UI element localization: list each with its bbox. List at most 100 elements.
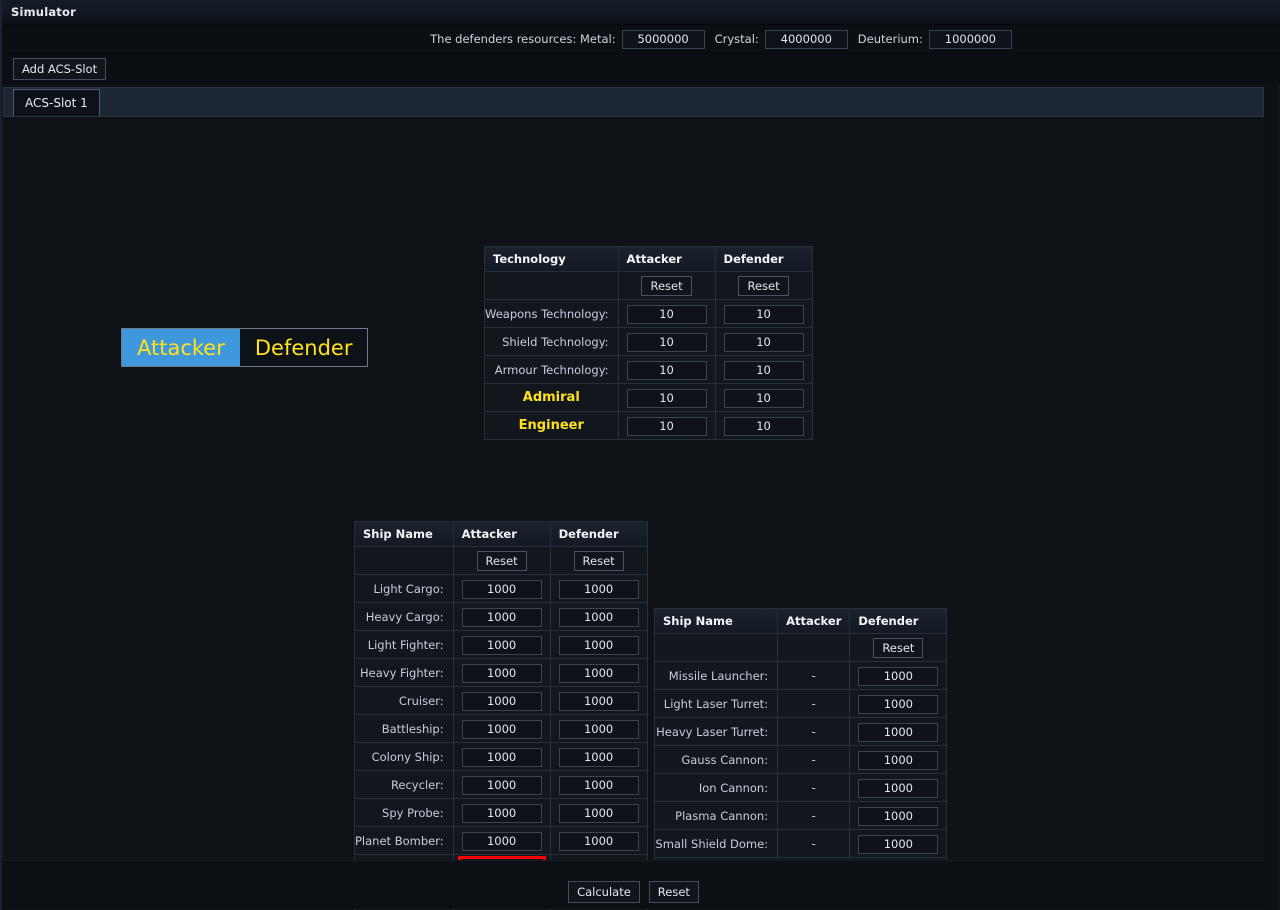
defense-defender-input[interactable] bbox=[858, 750, 939, 770]
ships-attacker-input[interactable] bbox=[461, 775, 542, 795]
metal-input[interactable] bbox=[621, 29, 705, 49]
technology-defender-input[interactable] bbox=[723, 304, 804, 324]
acs-slot-tabstrip: ACS-Slot 1 bbox=[3, 87, 1264, 117]
technology-defender-reset-button[interactable]: Reset bbox=[738, 276, 789, 296]
technology-defender-input[interactable] bbox=[723, 388, 804, 408]
defense-defender-cell bbox=[850, 802, 947, 829]
ships-defender-input[interactable] bbox=[558, 635, 639, 655]
technology-attacker-reset-cell: Reset bbox=[618, 272, 715, 299]
ships-attacker-input[interactable] bbox=[461, 579, 542, 599]
ships-attacker-input[interactable] bbox=[461, 747, 542, 767]
crystal-label: Crystal: bbox=[714, 32, 759, 46]
ships-attacker-reset-button[interactable]: Reset bbox=[476, 551, 527, 571]
calculate-button[interactable]: Calculate bbox=[568, 881, 640, 903]
technology-attacker-input[interactable] bbox=[626, 416, 707, 436]
side-toggle-defender[interactable]: Defender bbox=[240, 329, 368, 366]
tab-acs-slot-1[interactable]: ACS-Slot 1 bbox=[13, 89, 100, 116]
defense-defender-reset-button[interactable]: Reset bbox=[873, 638, 924, 658]
technology-attacker-input[interactable] bbox=[626, 304, 707, 324]
table-row: Heavy Cargo: bbox=[355, 603, 647, 630]
table-row: Shield Technology: bbox=[485, 328, 812, 355]
technology-row-label: Engineer bbox=[485, 412, 618, 439]
ships-row-label: Light Cargo: bbox=[355, 575, 453, 602]
ships-defender-input[interactable] bbox=[558, 831, 639, 851]
table-row: Engineer bbox=[485, 412, 812, 439]
defense-defender-input[interactable] bbox=[858, 778, 939, 798]
ships-defender-input[interactable] bbox=[558, 719, 639, 739]
technology-defender-input[interactable] bbox=[723, 416, 804, 436]
ships-attacker-input[interactable] bbox=[461, 663, 542, 683]
technology-attacker-cell bbox=[618, 412, 715, 439]
side-toggle: Attacker Defender bbox=[121, 328, 369, 367]
defense-defender-input[interactable] bbox=[858, 722, 939, 742]
technology-row-label: Weapons Technology: bbox=[485, 300, 618, 327]
ships-row-label: Heavy Fighter: bbox=[355, 659, 453, 686]
table-row: Cruiser: bbox=[355, 687, 647, 714]
defense-attacker-placeholder: - bbox=[778, 774, 850, 801]
ships-defender-input[interactable] bbox=[558, 775, 639, 795]
ships-defender-reset-button[interactable]: Reset bbox=[573, 551, 624, 571]
defense-row-label: Light Laser Turret: bbox=[655, 690, 778, 717]
ships-table-body: Reset Reset Light Cargo:Heavy Cargo:Light … bbox=[355, 547, 647, 910]
ships-attacker-cell bbox=[453, 575, 550, 602]
ships-header-row: Ship Name Attacker Defender bbox=[355, 522, 647, 546]
table-row: Plasma Cannon: - bbox=[655, 802, 947, 829]
ships-row-label: Light Fighter: bbox=[355, 631, 453, 658]
defense-defender-reset-cell: Reset bbox=[850, 634, 947, 661]
table-row: Spy Probe: bbox=[355, 799, 647, 826]
technology-attacker-input[interactable] bbox=[626, 388, 707, 408]
table-row: Battleship: bbox=[355, 715, 647, 742]
defense-defender-cell bbox=[850, 690, 947, 717]
technology-defender-input[interactable] bbox=[723, 332, 804, 352]
ships-defender-cell bbox=[550, 799, 647, 826]
ships-defender-input[interactable] bbox=[558, 663, 639, 683]
side-toggle-attacker[interactable]: Attacker bbox=[122, 329, 240, 366]
ships-defender-input[interactable] bbox=[558, 747, 639, 767]
technology-attacker-cell bbox=[618, 300, 715, 327]
ships-attacker-input[interactable] bbox=[461, 635, 542, 655]
technology-attacker-reset-button[interactable]: Reset bbox=[641, 276, 692, 296]
ships-attacker-input[interactable] bbox=[461, 607, 542, 627]
defense-reset-row: Reset bbox=[655, 634, 947, 661]
ships-attacker-reset-cell: Reset bbox=[453, 547, 550, 574]
technology-attacker-cell bbox=[618, 356, 715, 383]
ships-attacker-input[interactable] bbox=[461, 803, 542, 823]
defense-defender-cell bbox=[850, 774, 947, 801]
defense-defender-input[interactable] bbox=[858, 834, 939, 854]
defense-table-head: Ship Name Attacker Defender bbox=[655, 609, 947, 633]
ships-row-label: Battleship: bbox=[355, 715, 453, 742]
technology-header-row: Technology Attacker Defender bbox=[485, 247, 812, 271]
ships-row-label: Recycler: bbox=[355, 771, 453, 798]
technology-row-label: Admiral bbox=[485, 384, 618, 411]
ships-defender-input[interactable] bbox=[558, 607, 639, 627]
ships-attacker-input[interactable] bbox=[461, 719, 542, 739]
ships-attacker-input[interactable] bbox=[461, 691, 542, 711]
table-row: Heavy Laser Turret: - bbox=[655, 718, 947, 745]
ships-defender-input[interactable] bbox=[558, 579, 639, 599]
ships-defender-input[interactable] bbox=[558, 691, 639, 711]
defense-table: Ship Name Attacker Defender Reset Missile… bbox=[654, 608, 948, 886]
technology-attacker-input[interactable] bbox=[626, 332, 707, 352]
technology-reset-row: Reset Reset bbox=[485, 272, 812, 299]
defense-table-body: ResetMissile Launcher:-Light Laser Turre… bbox=[655, 634, 947, 885]
ships-attacker-cell bbox=[453, 687, 550, 714]
technology-defender-cell bbox=[715, 328, 812, 355]
deuterium-input[interactable] bbox=[928, 29, 1012, 49]
technology-table-body: Reset Reset Weapons Technology:Shield Tech… bbox=[485, 272, 812, 439]
table-row: Gauss Cannon: - bbox=[655, 746, 947, 773]
reset-button[interactable]: Reset bbox=[648, 881, 699, 903]
defense-defender-input[interactable] bbox=[858, 806, 939, 826]
add-acs-slot-button[interactable]: Add ACS-Slot bbox=[13, 57, 107, 80]
technology-defender-input[interactable] bbox=[723, 360, 804, 380]
technology-attacker-input[interactable] bbox=[626, 360, 707, 380]
deuterium-label: Deuterium: bbox=[857, 32, 923, 46]
defense-defender-input[interactable] bbox=[858, 694, 939, 714]
defense-defender-input[interactable] bbox=[858, 666, 939, 686]
ships-defender-input[interactable] bbox=[558, 803, 639, 823]
ships-attacker-input[interactable] bbox=[461, 831, 542, 851]
defender-resources-label: The defenders resources: Metal: bbox=[430, 32, 616, 46]
ships-defender-cell bbox=[550, 659, 647, 686]
ships-row-label: Spy Probe: bbox=[355, 799, 453, 826]
technology-defender-cell bbox=[715, 300, 812, 327]
crystal-input[interactable] bbox=[764, 29, 848, 49]
